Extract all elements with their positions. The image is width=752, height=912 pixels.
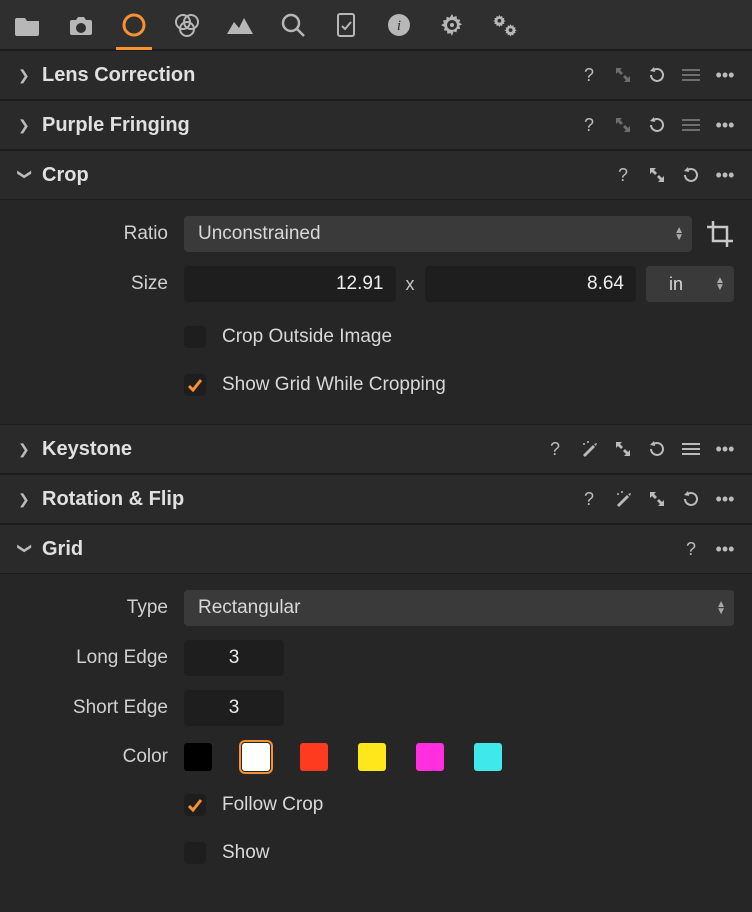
tool-tab-bar: i xyxy=(0,0,752,50)
expand-icon[interactable] xyxy=(612,114,634,136)
settings-tab-icon[interactable] xyxy=(438,11,466,39)
follow-crop-label: Follow Crop xyxy=(222,794,323,816)
expand-icon[interactable] xyxy=(612,64,634,86)
purple-fringing-title: Purple Fringing xyxy=(42,114,568,137)
more-icon[interactable]: ••• xyxy=(714,114,736,136)
size-height-input[interactable]: 8.64 xyxy=(425,266,637,302)
expand-icon[interactable] xyxy=(646,164,668,186)
grid-body: Type Rectangular ▲▼ Long Edge 3 Short Ed… xyxy=(0,574,752,892)
lens-tab-icon[interactable] xyxy=(120,11,148,39)
size-width-input[interactable]: 12.91 xyxy=(184,266,396,302)
show-label: Show xyxy=(222,842,270,864)
ratio-value: Unconstrained xyxy=(198,223,321,245)
stepper-icon: ▲▼ xyxy=(716,601,726,615)
crop-outside-checkbox[interactable] xyxy=(184,326,206,348)
color-label: Color xyxy=(18,746,168,768)
expand-icon[interactable] xyxy=(612,438,634,460)
size-separator: x xyxy=(406,274,415,295)
chevron-right-icon: ❯ xyxy=(18,491,32,508)
batch-tab-icon[interactable] xyxy=(491,11,519,39)
stepper-icon: ▲▼ xyxy=(674,227,684,241)
auto-icon[interactable] xyxy=(612,488,634,510)
color-swatch[interactable] xyxy=(474,743,502,771)
reset-icon[interactable] xyxy=(646,438,668,460)
chevron-down-icon: ❯ xyxy=(17,542,34,556)
rotation-flip-title: Rotation & Flip xyxy=(42,488,568,511)
show-grid-checkbox[interactable] xyxy=(184,374,206,396)
color-swatch[interactable] xyxy=(416,743,444,771)
long-edge-input[interactable]: 3 xyxy=(184,640,284,676)
more-icon[interactable]: ••• xyxy=(714,164,736,186)
color-tab-icon[interactable] xyxy=(173,11,201,39)
more-icon[interactable]: ••• xyxy=(714,438,736,460)
exposure-tab-icon[interactable] xyxy=(226,11,254,39)
chevron-right-icon: ❯ xyxy=(18,441,32,458)
crop-body: Ratio Unconstrained ▲▼ Size 12.91 x 8.64… xyxy=(0,200,752,424)
color-swatch[interactable] xyxy=(300,743,328,771)
presets-icon[interactable] xyxy=(680,438,702,460)
reset-icon[interactable] xyxy=(680,164,702,186)
size-unit[interactable]: in xyxy=(646,266,706,302)
expand-icon[interactable] xyxy=(646,488,668,510)
type-value: Rectangular xyxy=(198,597,300,619)
short-edge-input[interactable]: 3 xyxy=(184,690,284,726)
reset-icon[interactable] xyxy=(646,114,668,136)
show-grid-label: Show Grid While Cropping xyxy=(222,374,446,396)
crop-outside-label: Crop Outside Image xyxy=(222,326,392,348)
help-icon[interactable]: ? xyxy=(544,438,566,460)
help-icon[interactable]: ? xyxy=(578,64,600,86)
crop-title: Crop xyxy=(42,164,602,187)
chevron-down-icon: ❯ xyxy=(17,168,34,182)
svg-text:i: i xyxy=(397,18,401,34)
lens-correction-header[interactable]: ❯ Lens Correction ? ••• xyxy=(0,50,752,100)
size-unit-stepper[interactable]: ▲▼ xyxy=(706,266,734,302)
color-swatch[interactable] xyxy=(358,743,386,771)
color-swatch[interactable] xyxy=(184,743,212,771)
adjustments-tab-icon[interactable] xyxy=(332,11,360,39)
rotation-flip-header[interactable]: ❯ Rotation & Flip ? ••• xyxy=(0,474,752,524)
library-tab-icon[interactable] xyxy=(14,11,42,39)
type-select[interactable]: Rectangular ▲▼ xyxy=(184,590,734,626)
presets-icon[interactable] xyxy=(680,114,702,136)
reset-icon[interactable] xyxy=(680,488,702,510)
ratio-label: Ratio xyxy=(18,223,168,245)
size-label: Size xyxy=(18,273,168,295)
details-tab-icon[interactable] xyxy=(279,11,307,39)
help-icon[interactable]: ? xyxy=(578,114,600,136)
keystone-title: Keystone xyxy=(42,438,534,461)
show-checkbox[interactable] xyxy=(184,842,206,864)
more-icon[interactable]: ••• xyxy=(714,538,736,560)
grid-header[interactable]: ❯ Grid ? ••• xyxy=(0,524,752,574)
presets-icon[interactable] xyxy=(680,64,702,86)
help-icon[interactable]: ? xyxy=(680,538,702,560)
keystone-header[interactable]: ❯ Keystone ? ••• xyxy=(0,424,752,474)
crop-header[interactable]: ❯ Crop ? ••• xyxy=(0,150,752,200)
ratio-select[interactable]: Unconstrained ▲▼ xyxy=(184,216,692,252)
lens-correction-title: Lens Correction xyxy=(42,64,568,87)
crop-tool-icon[interactable] xyxy=(706,220,734,248)
help-icon[interactable]: ? xyxy=(578,488,600,510)
color-swatches xyxy=(184,743,502,771)
follow-crop-checkbox[interactable] xyxy=(184,794,206,816)
chevron-right-icon: ❯ xyxy=(18,117,32,134)
chevron-right-icon: ❯ xyxy=(18,67,32,84)
more-icon[interactable]: ••• xyxy=(714,64,736,86)
reset-icon[interactable] xyxy=(646,64,668,86)
purple-fringing-header[interactable]: ❯ Purple Fringing ? ••• xyxy=(0,100,752,150)
color-swatch[interactable] xyxy=(242,743,270,771)
long-edge-label: Long Edge xyxy=(18,647,168,669)
grid-title: Grid xyxy=(42,538,670,561)
more-icon[interactable]: ••• xyxy=(714,488,736,510)
camera-tab-icon[interactable] xyxy=(67,11,95,39)
help-icon[interactable]: ? xyxy=(612,164,634,186)
short-edge-label: Short Edge xyxy=(18,697,168,719)
type-label: Type xyxy=(18,597,168,619)
auto-icon[interactable] xyxy=(578,438,600,460)
metadata-tab-icon[interactable]: i xyxy=(385,11,413,39)
